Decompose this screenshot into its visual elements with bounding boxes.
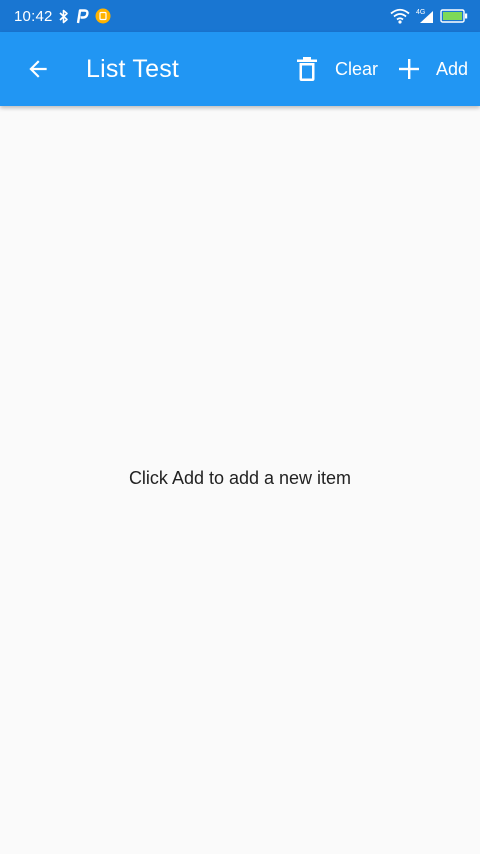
empty-state-message: Click Add to add a new item (128, 468, 352, 488)
battery-icon (440, 9, 468, 23)
p-app-icon (75, 8, 89, 24)
bluetooth-icon (59, 9, 69, 24)
signal-icon: 4G (416, 8, 434, 24)
app-bar: List Test Clear Add (0, 32, 480, 106)
status-right: 4G (390, 8, 468, 24)
plus-icon (398, 58, 420, 80)
app-bar-actions: Clear Add (295, 32, 480, 106)
wifi-icon (390, 8, 410, 24)
clear-button[interactable]: Clear (295, 32, 378, 106)
add-button-label: Add (435, 58, 468, 79)
add-button[interactable]: Add (398, 32, 468, 106)
notification-dot-icon (95, 8, 111, 24)
back-button[interactable] (10, 32, 66, 106)
status-time: 10:42 (14, 7, 53, 25)
trash-icon (295, 56, 319, 82)
clear-button-label: Clear (334, 58, 378, 79)
page-title: List Test (86, 54, 180, 83)
status-bar: 10:42 4G (0, 0, 480, 32)
arrow-back-icon (29, 60, 47, 78)
network-label: 4G (416, 9, 425, 16)
status-left: 10:42 (14, 8, 111, 25)
